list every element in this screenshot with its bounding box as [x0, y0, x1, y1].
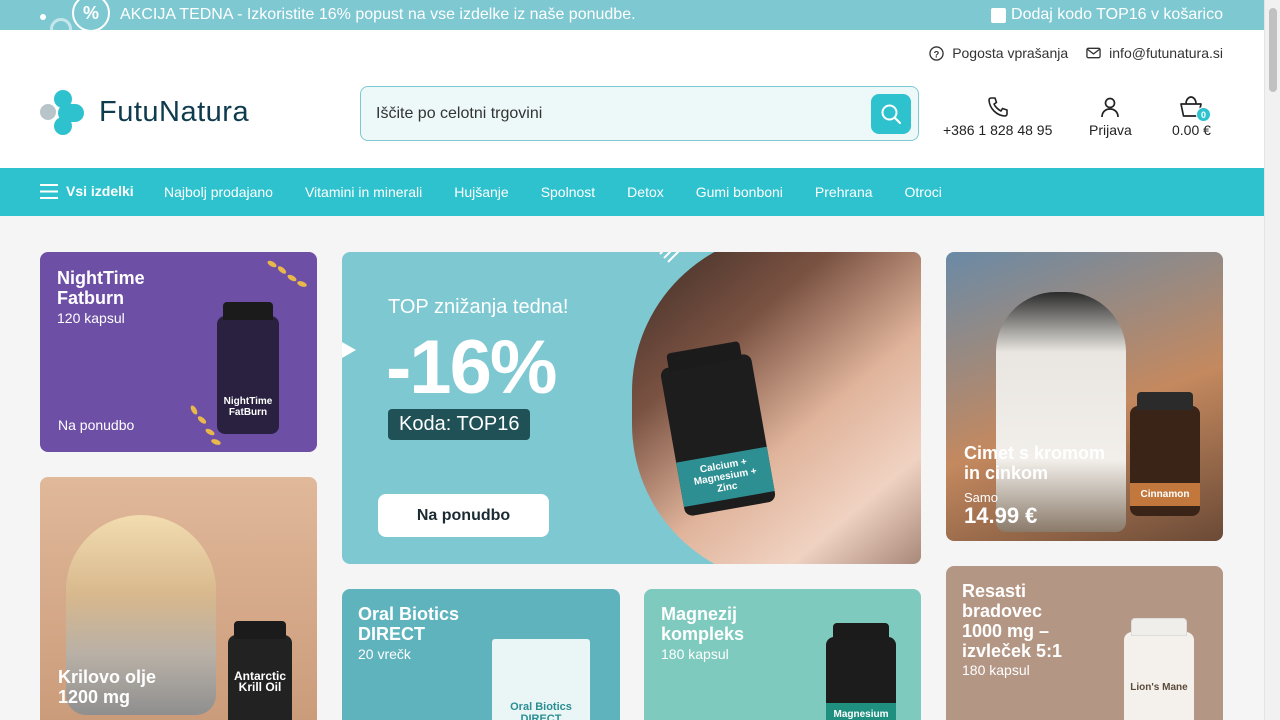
page-scrollbar[interactable] — [1264, 0, 1280, 720]
user-icon — [1101, 97, 1120, 118]
card-title-line: bradovec — [962, 601, 1043, 621]
product-label: Cinnamon — [1130, 483, 1200, 506]
mail-icon — [1086, 47, 1101, 59]
nav-item-kids[interactable]: Otroci — [905, 184, 942, 200]
card-subtitle: 20 vrečk — [358, 646, 411, 662]
product-label: Oral Biotics DIRECT — [510, 701, 572, 720]
leaf-decoration-icon — [190, 405, 221, 445]
all-products-label: Vsi izdelki — [66, 183, 134, 199]
nav-item-vitamins[interactable]: Vitamini in minerali — [305, 184, 422, 200]
hero-headline: TOP znižanja tedna! — [388, 296, 569, 318]
faq-label: Pogosta vprašanja — [952, 45, 1069, 61]
login-label: Prijava — [1089, 122, 1132, 138]
card-cta[interactable]: Na ponudbo — [58, 417, 134, 433]
cart-link[interactable]: 0 0.00 € — [1172, 92, 1211, 138]
product-label: Lion's Mane — [1130, 682, 1188, 693]
site-header: ? Pogosta vprašanja info@futunatura.si F… — [0, 30, 1264, 168]
product-label: NightTime FatBurn — [223, 396, 273, 418]
product-label: Calcium + Magnesium + Zinc — [676, 446, 775, 508]
promo-card-krill[interactable]: Antarctic Krill Oil Krilovo olje 1200 mg — [40, 477, 317, 720]
stripe-circle-decoration-icon — [659, 252, 680, 263]
top-links: ? Pogosta vprašanja info@futunatura.si — [929, 45, 1223, 61]
promo-card-nighttime[interactable]: NightTime Fatburn 120 kapsul Na ponudbo … — [40, 252, 317, 452]
search-bar — [360, 86, 919, 141]
nav-item-sexuality[interactable]: Spolnost — [541, 184, 595, 200]
card-title-line: in cinkom — [964, 463, 1049, 483]
promo-card-oral-biotics[interactable]: Oral Biotics DIRECT 20 vrečk Oral Biotic… — [342, 589, 620, 720]
question-circle-icon: ? — [929, 45, 944, 61]
email-label: info@futunatura.si — [1109, 45, 1223, 61]
promo-card-cinnamon[interactable]: Cinnamon Cimet s kromom in cinkom Samo 1… — [946, 252, 1223, 541]
decor-dot — [40, 14, 46, 20]
phone-link[interactable]: +386 1 828 48 95 — [943, 92, 1052, 138]
nav-item-detox[interactable]: Detox — [627, 184, 664, 200]
cart-total: 0.00 € — [1172, 122, 1211, 138]
scrollbar-thumb[interactable] — [1269, 8, 1277, 92]
phone-icon — [987, 97, 1008, 117]
card-title-line: NightTime — [57, 268, 145, 288]
promo-message: AKCIJA TEDNA - Izkoristite 16% popust na… — [120, 6, 636, 23]
nav-item-gummies[interactable]: Gumi bonboni — [696, 184, 783, 200]
promo-card-lions-mane[interactable]: Resasti bradovec 1000 mg – izvleček 5:1 … — [946, 566, 1223, 720]
cart-count-badge: 0 — [1196, 107, 1211, 122]
search-input[interactable] — [361, 87, 861, 140]
card-title-line: Resasti — [962, 581, 1027, 601]
product-jar-image: NightTime FatBurn — [217, 302, 279, 434]
leaf-decoration-icon — [267, 260, 307, 287]
hero-offer-button[interactable]: Na ponudbo — [378, 494, 549, 537]
search-icon — [881, 104, 902, 125]
product-label: Antarctic Krill Oil — [233, 669, 286, 694]
card-price: 14.99 € — [964, 503, 1038, 528]
hero-code-badge: Koda: TOP16 — [388, 409, 531, 440]
product-label: Magnesium Complex — [826, 703, 896, 720]
nav-item-bestsellers[interactable]: Najbolj prodajano — [164, 184, 273, 200]
promo-code-label: Dodaj kodo TOP16 v košarico — [1011, 6, 1223, 23]
nav-item-nutrition[interactable]: Prehrana — [815, 184, 873, 200]
card-title-line: Oral Biotics — [358, 604, 460, 624]
product-jar-image: Cinnamon — [1130, 392, 1200, 516]
main-nav: Vsi izdelki Najbolj prodajano Vitamini i… — [0, 168, 1264, 216]
card-title-line: DIRECT — [358, 624, 425, 644]
hamburger-icon — [40, 183, 58, 199]
card-title-line: kompleks — [661, 624, 745, 644]
card-title-line: izvleček 5:1 — [962, 641, 1063, 661]
promo-code-toggle[interactable]: Dodaj kodo TOP16 v košarico — [991, 6, 1223, 24]
card-subtitle: 180 kapsul — [962, 662, 1030, 678]
login-link[interactable]: Prijava — [1089, 92, 1132, 138]
logo-text: FutuNatura — [99, 96, 250, 128]
card-title-line: Krilovo olje — [58, 667, 157, 687]
product-jar-image: Magnesium Complex — [826, 623, 896, 720]
card-title-line: Cimet s kromom — [964, 443, 1106, 463]
card-subtitle: 120 kapsul — [57, 310, 125, 326]
promo-bar: % AKCIJA TEDNA - Izkoristite 16% popust … — [0, 0, 1264, 40]
triangle-decoration-icon — [342, 342, 356, 358]
faq-link[interactable]: ? Pogosta vprašanja — [929, 45, 1068, 61]
product-box-image: Oral Biotics DIRECT — [492, 639, 590, 720]
percent-badge-icon: % — [72, 0, 110, 32]
card-title-line: 1200 mg — [58, 687, 131, 707]
product-jar-image: Antarctic Krill Oil — [228, 621, 292, 720]
card-subtitle: 180 kapsul — [661, 646, 729, 662]
product-jar-image: Lion's Mane — [1124, 618, 1194, 720]
svg-text:?: ? — [934, 49, 940, 59]
card-title-line: Fatburn — [57, 288, 124, 308]
phone-number: +386 1 828 48 95 — [943, 122, 1053, 138]
card-title-line: Magnezij — [661, 604, 738, 624]
card-title-line: 1000 mg – — [962, 621, 1050, 641]
email-link[interactable]: info@futunatura.si — [1086, 45, 1223, 61]
logo-mark-icon — [40, 90, 85, 135]
promo-card-magnesium[interactable]: Magnezij kompleks 180 kapsul Magnesium C… — [644, 589, 921, 720]
checkbox-icon[interactable] — [991, 7, 1007, 23]
logo[interactable]: FutuNatura — [40, 90, 249, 135]
hero-discount: -16% — [386, 325, 557, 410]
person-photo-image — [996, 292, 1126, 532]
search-button[interactable] — [871, 94, 911, 134]
nav-item-weight-loss[interactable]: Hujšanje — [454, 184, 508, 200]
all-products-menu[interactable]: Vsi izdelki — [40, 183, 134, 199]
